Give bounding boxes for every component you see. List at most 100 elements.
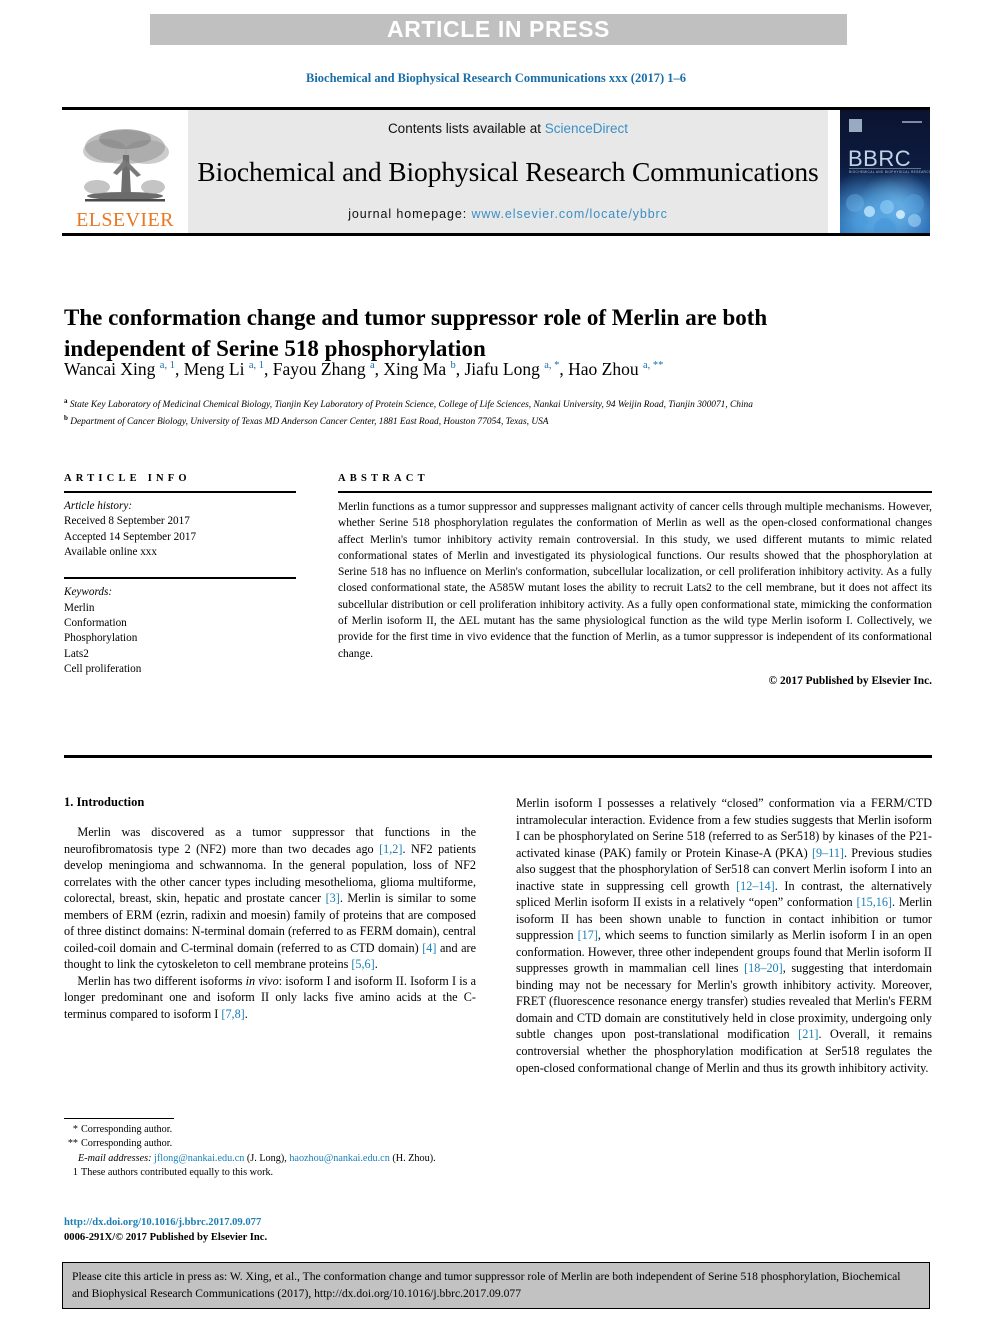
doi-link[interactable]: http://dx.doi.org/10.1016/j.bbrc.2017.09… bbox=[64, 1215, 476, 1230]
abstract-block-rule-bottom bbox=[64, 755, 932, 758]
journal-masthead: ELSEVIER Contents lists available at Sci… bbox=[62, 107, 930, 236]
article-info-rule-top bbox=[64, 491, 296, 493]
author-affil-marks: a, * bbox=[544, 360, 560, 372]
author-name: Meng Li bbox=[183, 359, 245, 379]
article-in-press-banner: ARTICLE IN PRESS bbox=[150, 14, 847, 45]
footnote-email-addresses: E-mail addresses: jflong@nankai.edu.cn (… bbox=[78, 1152, 436, 1164]
contents-prefix: Contents lists available at bbox=[387, 121, 545, 136]
article-history-label: Article history: bbox=[64, 500, 133, 512]
citation-footer-text: Please cite this article in press as: W.… bbox=[72, 1270, 901, 1300]
keyword-item: Lats2 bbox=[64, 647, 89, 660]
author-entry: Jiafu Long a, * bbox=[464, 359, 559, 379]
citation-reference[interactable]: [4] bbox=[422, 941, 436, 955]
abstract-text: Merlin functions as a tumor suppressor a… bbox=[338, 501, 932, 660]
cover-bokeh-dot bbox=[880, 200, 894, 214]
citation-reference[interactable]: [12–14] bbox=[736, 879, 775, 893]
email-owner: (H. Zhou). bbox=[392, 1152, 436, 1164]
article-info-heading: ARTICLE INFO bbox=[64, 473, 191, 484]
citation-reference[interactable]: [3] bbox=[326, 891, 340, 905]
cover-bokeh-dot bbox=[874, 218, 896, 233]
citation-reference[interactable]: [17] bbox=[578, 928, 598, 942]
elsevier-tree-icon bbox=[77, 125, 173, 209]
article-in-press-label: ARTICLE IN PRESS bbox=[386, 16, 610, 42]
citation-reference[interactable]: [7,8] bbox=[221, 1007, 244, 1021]
footnote-marker: ** bbox=[67, 1138, 78, 1150]
footnote-text: Corresponding author. bbox=[81, 1138, 173, 1150]
author-affil-marks: a, 1 bbox=[159, 360, 175, 372]
author-affil-marks: a bbox=[369, 360, 375, 372]
latin-phrase: in vivo bbox=[245, 973, 279, 988]
article-history-item: Available online xxx bbox=[64, 546, 157, 559]
author-entry: Fayou Zhang a bbox=[273, 359, 375, 379]
citation-reference[interactable]: [1,2] bbox=[379, 842, 402, 856]
footnote-marker: 1 bbox=[72, 1167, 78, 1179]
citation-reference[interactable]: [5,6] bbox=[351, 957, 374, 971]
author-entry: Meng Li a, 1 bbox=[184, 359, 264, 379]
cover-bokeh-dot bbox=[908, 214, 921, 227]
footnote-rule bbox=[64, 1118, 174, 1119]
abstract-column: ABSTRACT Merlin functions as a tumor sup… bbox=[338, 473, 932, 687]
abstract-copyright: © 2017 Published by Elsevier Inc. bbox=[768, 674, 932, 687]
footnote-text: Corresponding author. bbox=[81, 1124, 173, 1135]
keywords-block: Keywords: Merlin Conformation Phosphoryl… bbox=[64, 577, 296, 677]
journal-cover-emblem-icon bbox=[849, 119, 862, 132]
affiliation-text: Department of Cancer Biology, University… bbox=[70, 417, 549, 428]
journal-homepage-link[interactable]: www.elsevier.com/locate/ybbrc bbox=[471, 207, 667, 221]
citation-footer-box: Please cite this article in press as: W.… bbox=[62, 1262, 930, 1309]
author-name: Jiafu Long bbox=[464, 359, 540, 379]
keyword-item: Cell proliferation bbox=[64, 663, 142, 676]
journal-homepage-line: journal homepage: www.elsevier.com/locat… bbox=[348, 207, 668, 221]
article-history-item: Received 8 September 2017 bbox=[64, 515, 190, 528]
citation-reference[interactable]: [15,16] bbox=[856, 895, 892, 909]
author-entry: Xing Ma b bbox=[383, 359, 455, 379]
keyword-item: Conformation bbox=[64, 617, 127, 630]
citation-reference[interactable]: [21] bbox=[798, 1027, 818, 1041]
elsevier-wordmark: ELSEVIER bbox=[76, 209, 174, 231]
affiliation-item: a State Key Laboratory of Medicinal Chem… bbox=[64, 396, 924, 413]
email-label: E-mail addresses: bbox=[78, 1152, 152, 1164]
journal-running-head: Biochemical and Biophysical Research Com… bbox=[306, 71, 686, 85]
body-column-right: Merlin isoform I possesses a relatively … bbox=[516, 795, 932, 1076]
journal-cover-image: BBRC BIOCHEMICAL AND BIOPHYSICAL RESEARC… bbox=[840, 110, 930, 233]
affiliation-mark: a bbox=[64, 397, 68, 405]
body-paragraph: Merlin was discovered as a tumor suppres… bbox=[64, 825, 477, 972]
article-history-block: Article history: Received 8 September 20… bbox=[64, 499, 296, 560]
article-info-column: ARTICLE INFO Article history: Received 8… bbox=[64, 473, 296, 677]
cover-bokeh-dot bbox=[896, 210, 905, 219]
affiliation-list: a State Key Laboratory of Medicinal Chem… bbox=[64, 396, 924, 430]
cover-bokeh-dot bbox=[852, 214, 868, 230]
contents-list-line: Contents lists available at ScienceDirec… bbox=[388, 121, 628, 136]
body-paragraph: Merlin has two different isoforms in viv… bbox=[64, 973, 477, 1021]
body-column-left: 1. Introduction Merlin was discovered as… bbox=[64, 795, 476, 1022]
keyword-item: Phosphorylation bbox=[64, 632, 138, 645]
sciencedirect-link[interactable]: ScienceDirect bbox=[545, 121, 628, 136]
page-title: The conformation change and tumor suppre… bbox=[64, 305, 768, 361]
citation-reference[interactable]: [9–11] bbox=[812, 846, 844, 860]
footnote-block: * Corresponding author. ** Corresponding a… bbox=[64, 1118, 476, 1181]
footnote-corresponding-author-1: * Corresponding author. bbox=[64, 1123, 476, 1137]
keyword-item: Merlin bbox=[64, 601, 95, 614]
issn-copyright-line: 0006-291X/© 2017 Published by Elsevier I… bbox=[64, 1232, 268, 1244]
author-affil-marks: b bbox=[450, 360, 456, 372]
elsevier-logo: ELSEVIER bbox=[62, 110, 188, 233]
doi-block: http://dx.doi.org/10.1016/j.bbrc.2017.09… bbox=[64, 1215, 476, 1245]
abstract-rule-top bbox=[338, 491, 932, 493]
email-owner: (J. Long) bbox=[246, 1152, 285, 1164]
cover-bokeh-dot bbox=[904, 194, 924, 214]
article-history-item: Accepted 14 September 2017 bbox=[64, 530, 197, 543]
email-link-zhou[interactable]: haozhou@nankai.edu.cn bbox=[289, 1153, 389, 1164]
homepage-prefix: journal homepage: bbox=[348, 207, 472, 221]
citation-reference[interactable]: [18–20] bbox=[744, 961, 783, 975]
author-affil-marks: a, 1 bbox=[248, 360, 265, 372]
keywords-rule-top bbox=[64, 577, 296, 580]
cover-bokeh-dot bbox=[846, 194, 864, 212]
email-link-long[interactable]: jflong@nankai.edu.cn bbox=[154, 1153, 244, 1164]
journal-title-band: Contents lists available at ScienceDirec… bbox=[188, 110, 828, 233]
footnote-marker: * bbox=[72, 1124, 78, 1135]
affiliation-text: State Key Laboratory of Medicinal Chemic… bbox=[69, 400, 753, 411]
author-entry: Hao Zhou a, ** bbox=[568, 359, 663, 379]
affiliation-mark: b bbox=[64, 413, 68, 422]
keywords-label: Keywords: bbox=[64, 586, 113, 599]
journal-title: Biochemical and Biophysical Research Com… bbox=[197, 155, 819, 187]
journal-cover-subtitle: BIOCHEMICAL AND BIOPHYSICAL RESEARCH COM… bbox=[849, 170, 930, 174]
